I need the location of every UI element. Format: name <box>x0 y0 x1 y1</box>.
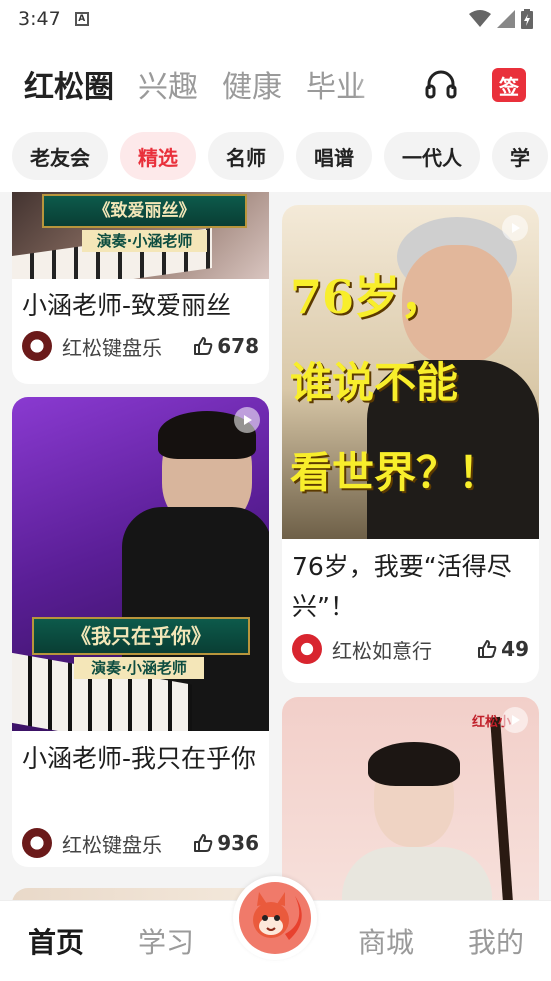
like-button[interactable]: 49 <box>477 637 529 661</box>
author-avatar[interactable] <box>292 634 322 664</box>
author-name[interactable]: 红松如意行 <box>332 635 432 664</box>
tab-health[interactable]: 健康 <box>222 62 282 106</box>
video-thumbnail: 红松小 <box>282 697 539 900</box>
signal-icon <box>497 10 515 28</box>
nav-mall[interactable]: 商城 <box>358 921 414 961</box>
chip-featured[interactable]: 精选 <box>120 132 196 180</box>
feed-card-right-1[interactable]: 76岁， 谁说不能 看世界？！ 76岁，我要“活得尽兴”！ 红松如意行 49 <box>282 205 539 683</box>
nav-mine[interactable]: 我的 <box>468 921 524 961</box>
sign-in-calendar-icon[interactable]: 签 <box>492 68 526 102</box>
feed-card-left-3[interactable] <box>12 888 269 900</box>
like-count: 936 <box>217 831 259 855</box>
battery-icon <box>521 9 533 29</box>
chip-laoyouhui[interactable]: 老友会 <box>12 132 108 180</box>
chip-famous-teachers[interactable]: 名师 <box>208 132 284 180</box>
squirrel-mascot-icon <box>239 882 311 954</box>
video-thumbnail: 76岁， 谁说不能 看世界？！ <box>282 205 539 539</box>
overlay-line-1: 76岁， <box>290 270 447 324</box>
author-avatar[interactable] <box>22 331 52 361</box>
feed-card-left-1[interactable]: 《致爱丽丝》 演奏·小涵老师 小涵老师-致爱丽丝 红松键盘乐 678 <box>12 192 269 384</box>
overlay-line-2: 谁说不能 <box>290 358 459 407</box>
card-title: 76岁，我要“活得尽兴”！ <box>292 552 512 621</box>
headset-icon[interactable] <box>424 68 458 102</box>
feed-card-right-2[interactable]: 红松小 <box>282 697 539 900</box>
video-subbanner: 演奏·小涵老师 <box>82 230 207 252</box>
like-button[interactable]: 678 <box>193 334 259 358</box>
card-meta: 红松键盘乐 678 <box>22 330 259 362</box>
squirrel-mascot-button[interactable] <box>233 876 317 960</box>
play-icon <box>234 407 260 433</box>
nav-home[interactable]: 首页 <box>28 921 84 961</box>
chip-study[interactable]: 学 <box>492 132 548 180</box>
thumbs-up-icon <box>478 640 497 658</box>
tab-hongsongquan[interactable]: 红松圈 <box>24 62 118 106</box>
card-title: 小涵老师-我只在乎你 <box>22 744 257 773</box>
nav-study[interactable]: 学习 <box>138 921 194 961</box>
tab-interest[interactable]: 兴趣 <box>138 62 198 106</box>
overlay-line-3: 看世界？！ <box>290 448 501 497</box>
video-banner: 《我只在乎你》 <box>32 617 250 655</box>
notification-a-icon: A <box>74 12 89 26</box>
video-subbanner: 演奏·小涵老师 <box>74 657 204 679</box>
status-bar: 3:47 A <box>0 0 551 38</box>
top-tab-bar: 红松圈 兴趣 健康 毕业 <box>0 38 551 130</box>
content-feed: 《致爱丽丝》 演奏·小涵老师 小涵老师-致爱丽丝 红松键盘乐 678 《我只在乎… <box>0 192 551 900</box>
like-button[interactable]: 936 <box>193 831 259 855</box>
wifi-icon <box>469 10 491 27</box>
card-meta: 红松如意行 49 <box>292 633 529 665</box>
play-icon <box>502 707 528 733</box>
chip-generation[interactable]: 一代人 <box>384 132 480 180</box>
author-name[interactable]: 红松键盘乐 <box>62 332 162 361</box>
sign-in-label: 签 <box>499 74 519 99</box>
video-thumbnail: 《我只在乎你》 演奏·小涵老师 <box>12 397 269 731</box>
like-count: 678 <box>217 334 259 358</box>
author-avatar[interactable] <box>22 828 52 858</box>
feed-card-left-2[interactable]: 《我只在乎你》 演奏·小涵老师 小涵老师-我只在乎你 红松键盘乐 936 <box>12 397 269 867</box>
category-chips: 老友会 精选 名师 唱谱 一代人 学 <box>0 120 551 192</box>
status-time: 3:47 <box>18 8 61 30</box>
chip-sing-notation[interactable]: 唱谱 <box>296 132 372 180</box>
thumbs-up-icon <box>194 834 213 852</box>
status-indicators <box>469 9 533 29</box>
author-name[interactable]: 红松键盘乐 <box>62 829 162 858</box>
like-count: 49 <box>501 637 529 661</box>
play-icon <box>502 215 528 241</box>
thumbs-up-icon <box>194 337 213 355</box>
video-thumbnail: 《致爱丽丝》 演奏·小涵老师 <box>12 192 269 279</box>
card-meta: 红松键盘乐 936 <box>22 827 259 859</box>
video-banner: 《致爱丽丝》 <box>42 194 247 228</box>
top-tabs: 红松圈 兴趣 健康 毕业 <box>24 62 394 106</box>
card-title: 小涵老师-致爱丽丝 <box>22 291 232 320</box>
